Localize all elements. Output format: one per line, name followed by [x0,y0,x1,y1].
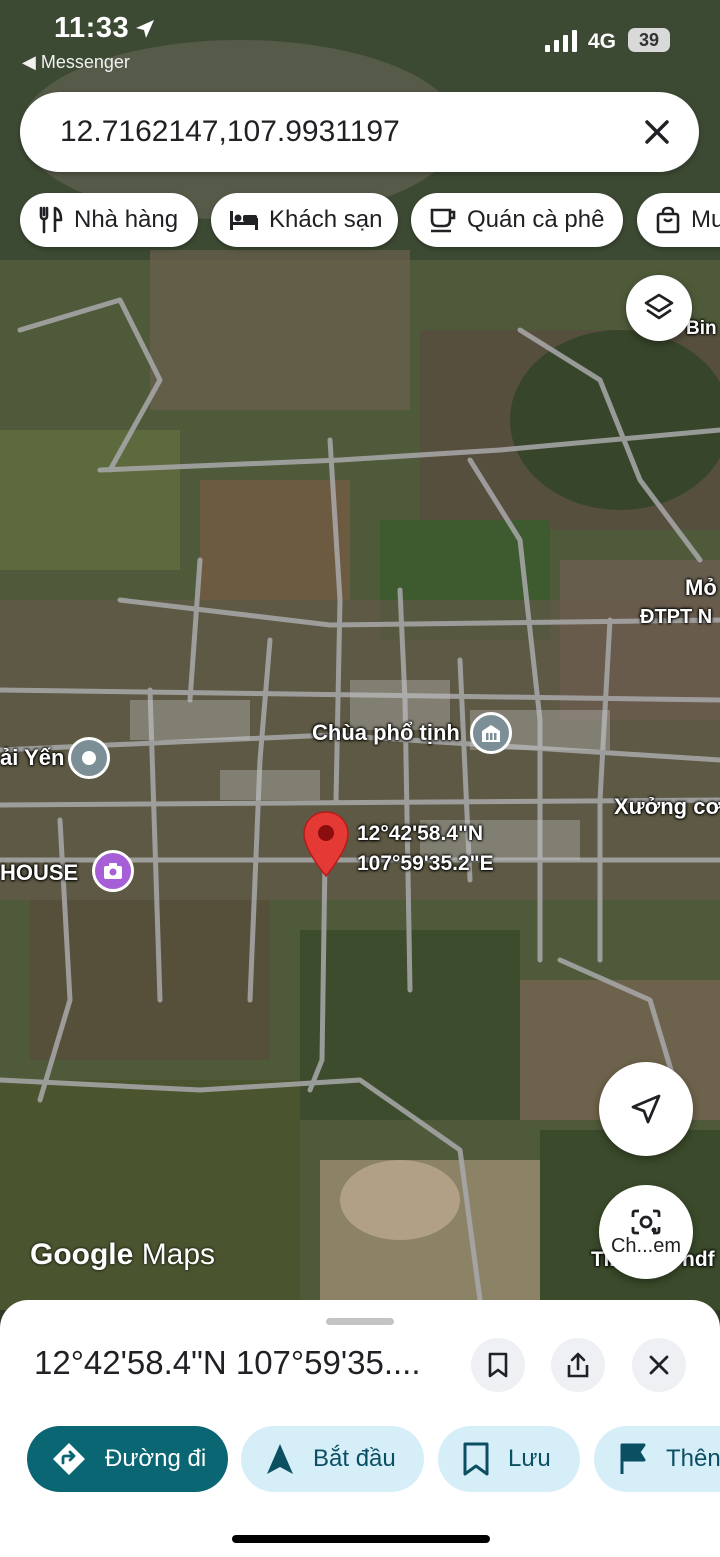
more-button[interactable]: Thên [594,1426,720,1492]
place-bottom-sheet: 12°42'58.4"N 107°59'35.... Đường đi Bắt … [0,1300,720,1557]
map-label-hai-yen[interactable]: ải Yến [0,745,64,771]
pin-longitude-label: 107°59'35.2"E [357,852,494,875]
navigation-arrow-icon [267,1444,293,1474]
map-label-mo: Mỏ [685,575,717,600]
start-button[interactable]: Bắt đầu [241,1426,424,1492]
google-maps-logo: Google Maps [30,1238,216,1271]
shopping-bag-icon [656,206,680,234]
status-bar: 11:33 ◀ Messenger 4G 39 [0,0,720,80]
share-button[interactable] [551,1338,605,1392]
camera-search-button[interactable]: Ch...em [599,1185,693,1279]
photo-poi-icon[interactable] [92,850,134,892]
layers-button[interactable] [626,275,692,341]
bookmark-icon [488,1352,508,1378]
my-location-button[interactable] [599,1062,693,1156]
navigation-arrow-icon [631,1094,661,1124]
place-title: 12°42'58.4"N 107°59'35.... [34,1344,421,1381]
bookmark-icon [463,1442,489,1476]
close-icon [649,1355,669,1375]
chip-shopping[interactable]: Mu [637,193,720,247]
map-label-bin: Bin [686,318,717,339]
hotel-icon [230,211,258,230]
save-button[interactable]: Lưu [438,1426,580,1492]
restaurant-icon [39,206,63,234]
battery-indicator: 39 [628,28,670,52]
sheet-drag-handle[interactable] [326,1318,394,1325]
status-time: 11:33 [54,12,130,44]
temple-poi-icon[interactable] [470,712,512,754]
map-label-house[interactable]: HOUSE [0,860,78,886]
pin-latitude-label: 12°42'58.4"N [357,822,484,845]
save-place-button[interactable] [471,1338,525,1392]
share-icon [567,1352,589,1378]
directions-button[interactable]: Đường đi [27,1426,228,1492]
map-label-dtpt: ĐTPT N [640,606,713,628]
location-pin-icon[interactable] [302,810,350,878]
map-label-chua[interactable]: Chùa phổ tịnh [312,720,460,746]
chip-cafes[interactable]: Quán cà phê [411,193,623,247]
search-input[interactable] [60,108,620,156]
location-arrow-icon [136,20,154,38]
map-label-xuong[interactable]: Xưởng cơ [614,794,720,820]
back-to-app-link[interactable]: ◀ Messenger [22,52,130,73]
clear-search-icon[interactable] [637,112,677,152]
place-poi-icon[interactable] [68,737,110,779]
chip-hotels[interactable]: Khách sạn [211,193,398,247]
search-bar [20,92,699,172]
layers-icon [644,293,674,320]
network-type: 4G [588,30,617,53]
home-indicator[interactable] [232,1535,490,1543]
coffee-icon [430,208,456,233]
camera-icon [631,1209,661,1234]
directions-icon [53,1443,85,1475]
maps-screen: Bin Mỏ ĐTPT N Chùa phổ tịnh ải Yến HOUSE… [0,0,720,1557]
chip-restaurants[interactable]: Nhà hàng [20,193,198,247]
close-sheet-button[interactable] [632,1338,686,1392]
flag-icon [620,1443,646,1474]
signal-icon [545,30,577,52]
